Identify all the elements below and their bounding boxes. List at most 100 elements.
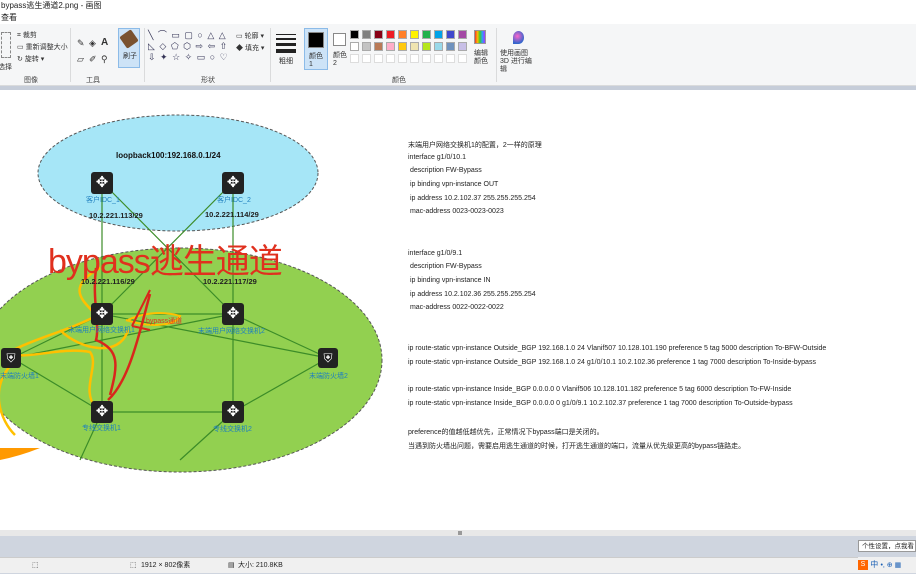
node-label-sw1: 末端用户网络交换机1: [68, 327, 135, 334]
eraser-tool[interactable]: ▱: [77, 54, 84, 65]
router-icon: ✥: [91, 303, 113, 325]
size-button[interactable]: 粗细: [276, 32, 296, 68]
palette-swatch[interactable]: [434, 42, 443, 51]
resize-button[interactable]: ▭ 重新调整大小: [17, 42, 68, 52]
palette-swatch[interactable]: [362, 42, 371, 51]
palette-swatch-empty[interactable]: [422, 54, 431, 63]
config-line: ip route-static vpn-instance Outside_BGP…: [408, 359, 816, 366]
separator: [496, 28, 497, 82]
palette-swatch[interactable]: [446, 42, 455, 51]
config-text: 末端用户网络交换机1的配置，2一样的原理 interface g1/0/10.1 …: [408, 140, 826, 455]
menu-bar: 查看: [0, 12, 916, 24]
shapes-row-3: ⇩ ✦ ☆ ✧ ▭ ○ ♡: [148, 52, 229, 62]
crop-button[interactable]: ⌗ 裁剪: [17, 30, 37, 40]
palette-swatch[interactable]: [350, 42, 359, 51]
edit-colors-button[interactable]: 编辑颜色: [474, 30, 490, 70]
image-canvas[interactable]: ✥ ✥ ✥ ✥ ✥ ✥ ⛨ ⛨ loopback100:192.168.0.1/…: [0, 90, 916, 530]
tools-group-label: 工具: [86, 77, 100, 84]
palette-swatch[interactable]: [458, 42, 467, 51]
router-icon: ✥: [222, 303, 244, 325]
palette-swatch-empty[interactable]: [398, 54, 407, 63]
palette-swatch[interactable]: [362, 30, 371, 39]
outline-button[interactable]: ▭ 轮廓 ▾: [236, 31, 264, 41]
shapes-gallery[interactable]: ╲ ⌒ ▭ ▢ ○ △ △ ◺ ◇ ⬠ ⬡ ⇨ ⇦ ⇧ ⇩ ✦ ☆ ✧ ▭ ○ …: [148, 30, 230, 66]
file-size-icon: ▤: [228, 562, 235, 569]
palette-swatch[interactable]: [350, 30, 359, 39]
ribbon: 选择 ⌗ 裁剪 ▭ 重新调整大小 ↻ 旋转 ▾ 图像 ✎ ◈ A ▱ ✐ ⚲ 工…: [0, 24, 916, 86]
router-icon: ✥: [222, 172, 244, 194]
palette-swatch[interactable]: [422, 42, 431, 51]
separator: [70, 28, 71, 82]
palette-swatch-empty[interactable]: [446, 54, 455, 63]
pencil-tool[interactable]: ✎: [77, 38, 85, 49]
config-line: [408, 373, 826, 387]
palette-swatch[interactable]: [434, 30, 443, 39]
config-line: mac-address 0022-0022-0022: [408, 304, 504, 312]
config-line: description FW-Bypass: [408, 167, 482, 175]
palette-swatch[interactable]: [386, 30, 395, 39]
palette-swatch[interactable]: [374, 42, 383, 51]
node-label-sw2: 末端用户网络交换机2: [198, 328, 265, 335]
config-line: interface g1/0/9.1: [408, 249, 463, 257]
color2-button[interactable]: 颜色 2: [330, 28, 352, 70]
firewall-icon: ⛨: [318, 348, 338, 368]
color-palette: [350, 30, 475, 66]
select-button[interactable]: [1, 32, 11, 58]
horizontal-scrollbar[interactable]: [0, 530, 916, 536]
shapes-row-2: ◺ ◇ ⬠ ⬡ ⇨ ⇦ ⇧: [148, 41, 229, 51]
paint3d-button[interactable]: 使用画图 3D 进行编辑: [500, 30, 538, 73]
palette-swatch[interactable]: [410, 30, 419, 39]
node-label-dc2: 客户IDC_2: [217, 197, 251, 204]
tray-tooltip: 个性设置，点我看: [858, 540, 916, 552]
ime-tray[interactable]: S 中 •, ⊕ ▦: [858, 557, 916, 573]
menu-view[interactable]: 查看: [1, 13, 17, 22]
scroll-thumb[interactable]: [458, 531, 462, 535]
palette-swatch[interactable]: [398, 42, 407, 51]
ip-label-sw1: 10.2.221.116/29: [81, 277, 135, 286]
config-line: ip address 10.2.102.37 255.255.255.254: [408, 194, 536, 202]
palette-swatch[interactable]: [410, 42, 419, 51]
palette-swatch[interactable]: [458, 30, 467, 39]
size-line: [276, 43, 296, 46]
brush-button[interactable]: 刷子: [118, 28, 140, 68]
fill-button[interactable]: ◆ 填充 ▾: [236, 43, 264, 53]
palette-swatch-empty[interactable]: [374, 54, 383, 63]
size-label: 粗细: [279, 58, 293, 65]
config-line: 末端用户网络交换机1的配置，2一样的原理: [408, 142, 542, 149]
palette-swatch[interactable]: [422, 30, 431, 39]
palette-swatch[interactable]: [446, 30, 455, 39]
colors-group-label: 颜色: [392, 77, 406, 84]
color1-button[interactable]: 颜色 1: [304, 28, 328, 70]
firewall-icon: ⛨: [1, 348, 21, 368]
config-line: [408, 318, 826, 332]
color2-swatch: [333, 33, 346, 46]
sogou-icon: S: [858, 559, 868, 570]
config-line: 当遇到防火墙出问题，需要启用逃生通道的时候，打开逃生通道的端口，流量从优先级更高…: [408, 443, 746, 451]
magnifier-tool[interactable]: ⚲: [101, 54, 108, 65]
fill-tool[interactable]: ◈: [89, 38, 96, 49]
config-line: ip address 10.2.102.36 255.255.255.254: [408, 290, 536, 298]
loopback-label: loopback100:192.168.0.1/24: [116, 151, 221, 160]
node-label-dc1: 客户IDC_1: [86, 197, 120, 204]
text-tool[interactable]: A: [101, 37, 108, 48]
palette-swatch-empty[interactable]: [410, 54, 419, 63]
size-line: [276, 38, 296, 40]
color2-label: 颜色 2: [333, 52, 347, 67]
dimensions-icon: ⬚: [130, 562, 137, 569]
palette-swatch[interactable]: [386, 42, 395, 51]
rotate-button[interactable]: ↻ 旋转 ▾: [17, 54, 44, 64]
palette-swatch-empty[interactable]: [458, 54, 467, 63]
palette-swatch-empty[interactable]: [434, 54, 443, 63]
ip-label-dc1: 10.2.221.113/29: [89, 211, 143, 220]
picker-tool[interactable]: ✐: [89, 54, 97, 65]
paint3d-label: 使用画图 3D 进行编辑: [500, 50, 532, 73]
resize-icon: ▭: [17, 44, 24, 51]
palette-swatch-empty[interactable]: [386, 54, 395, 63]
palette-swatch-empty[interactable]: [362, 54, 371, 63]
paint3d-icon: [513, 31, 524, 44]
palette-swatch[interactable]: [398, 30, 407, 39]
palette-swatch-empty[interactable]: [350, 54, 359, 63]
config-line: [408, 332, 826, 346]
palette-swatch[interactable]: [374, 30, 383, 39]
title-bar: bypass逃生通道2.png - 画图: [0, 0, 916, 12]
